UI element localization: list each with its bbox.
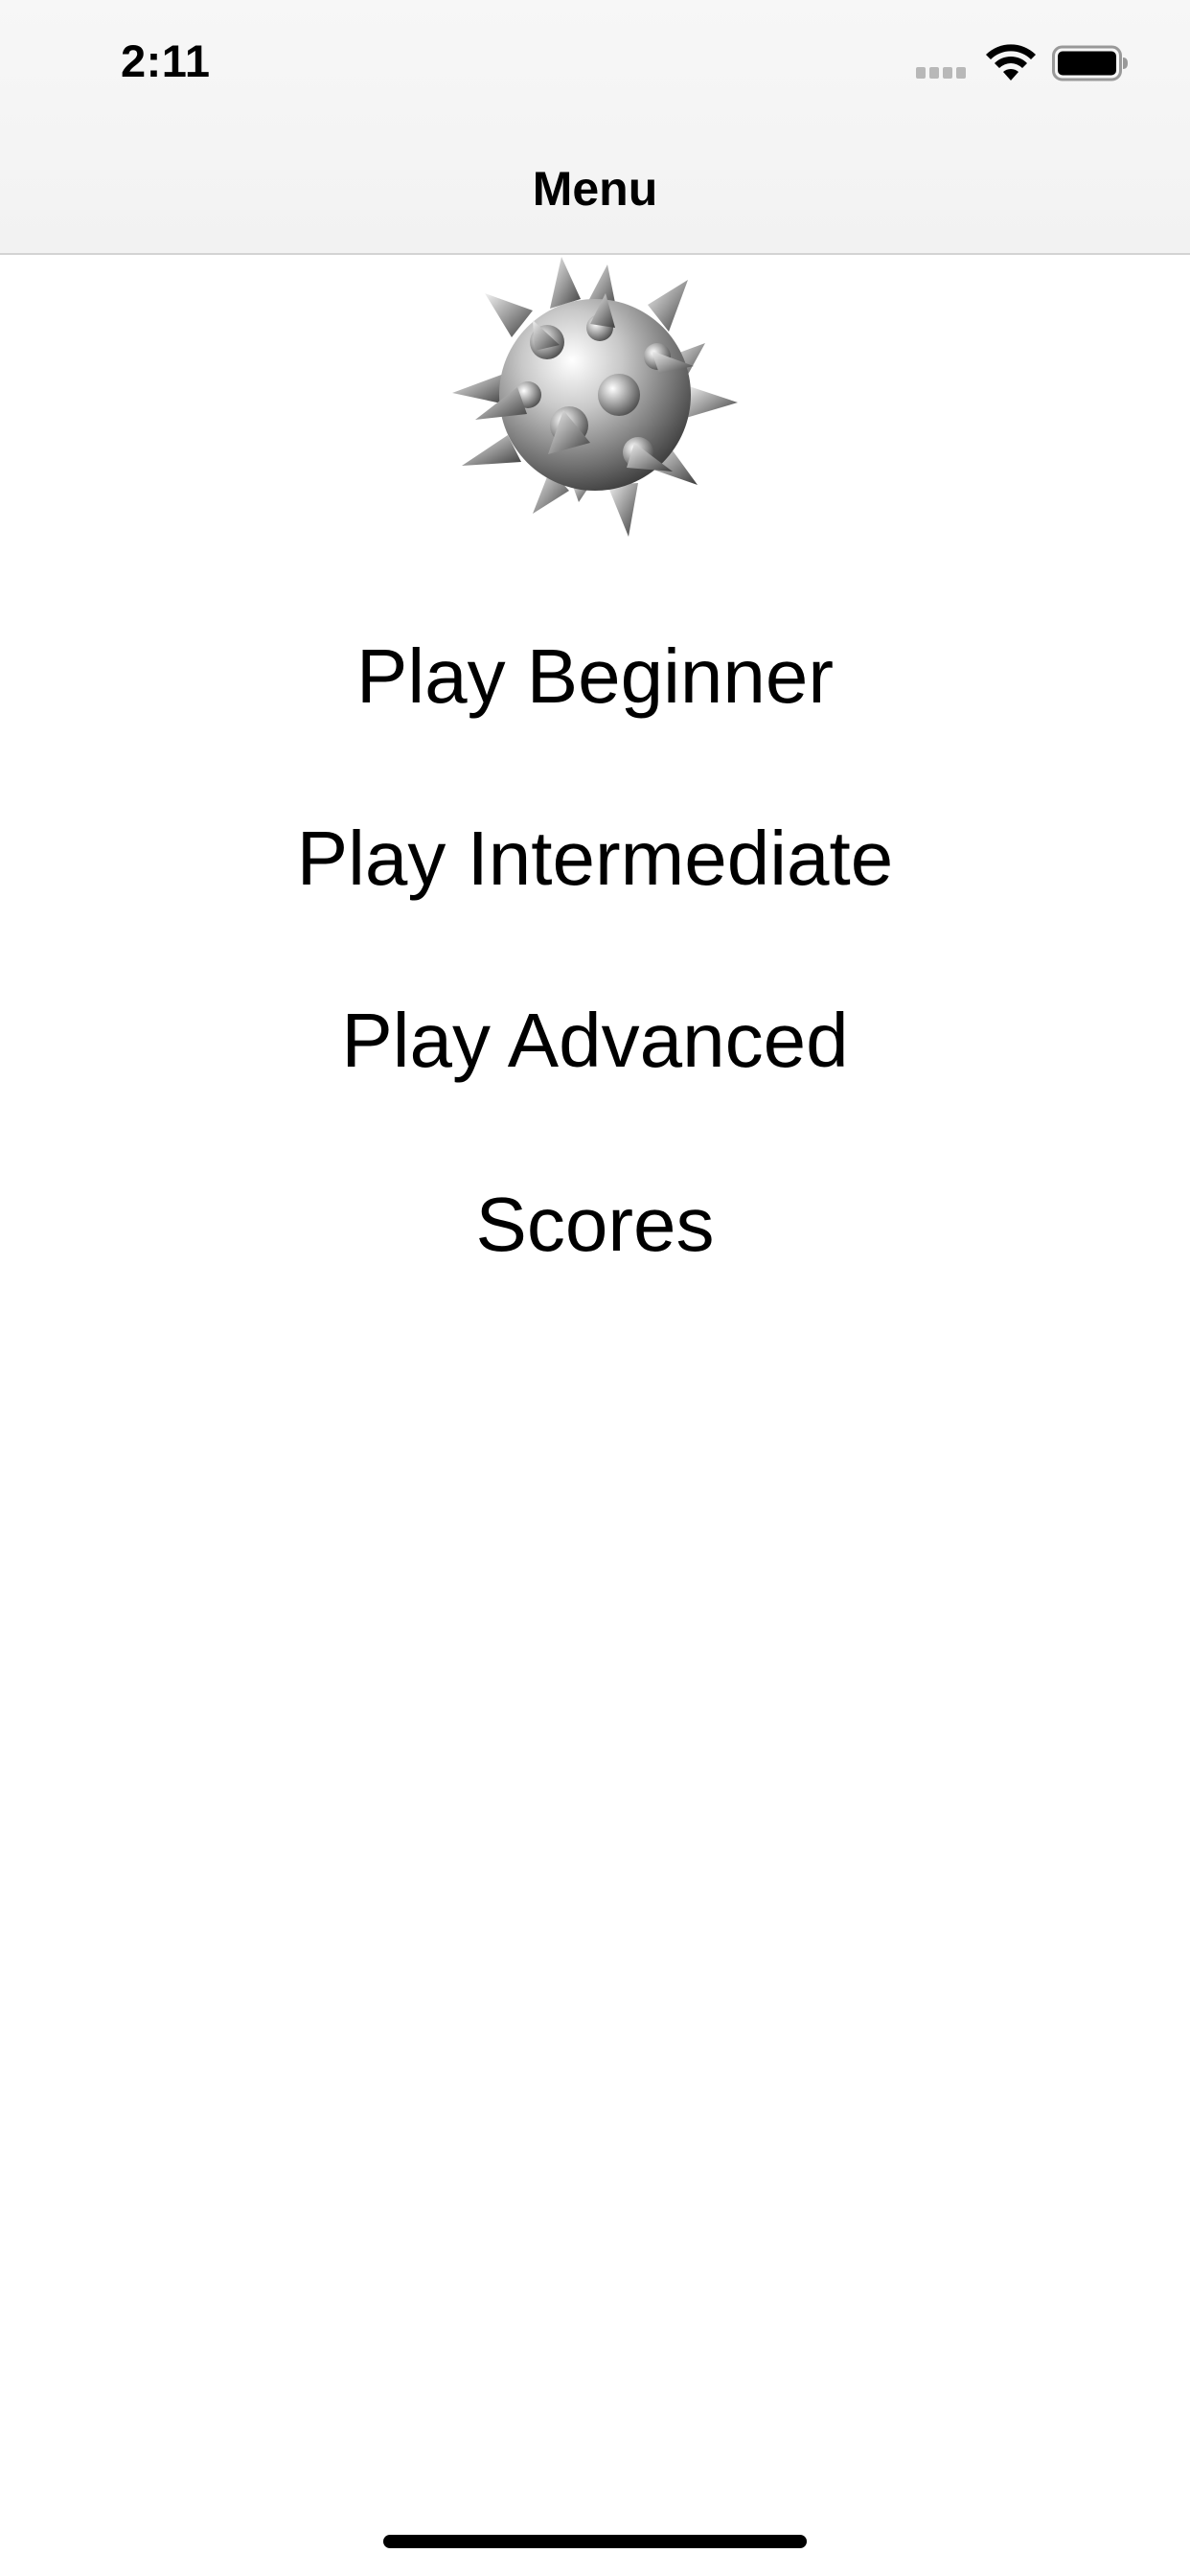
- cellular-signal-icon: [916, 67, 970, 80]
- battery-icon: [1052, 45, 1128, 81]
- home-indicator[interactable]: [383, 2535, 807, 2548]
- play-advanced-button[interactable]: Play Advanced: [0, 993, 1190, 1089]
- play-beginner-button[interactable]: Play Beginner: [0, 629, 1190, 724]
- scores-button[interactable]: Scores: [0, 1177, 1190, 1273]
- status-time: 2:11: [121, 35, 211, 86]
- nav-title: Menu: [532, 162, 658, 216]
- play-intermediate-button[interactable]: Play Intermediate: [0, 811, 1190, 907]
- wifi-icon: [986, 44, 1036, 80]
- spiked-mine-icon: [452, 257, 738, 537]
- top-bar: 2:11 Menu: [0, 0, 1190, 255]
- menu-screen: 2:11 Menu Play Beginner Play Intermediat…: [0, 0, 1190, 2576]
